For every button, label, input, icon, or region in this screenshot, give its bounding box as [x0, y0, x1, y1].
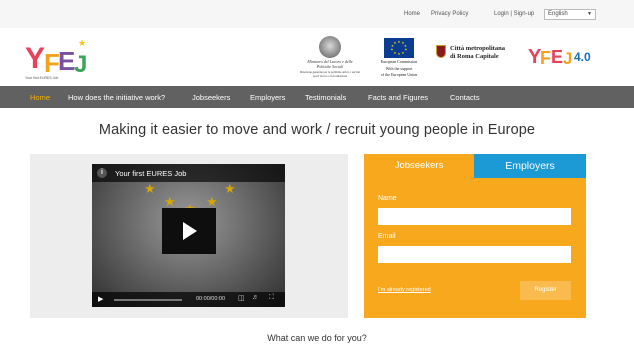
video-controls: ▶ 00:00/00:00 ◫ ♬ ⛶: [92, 292, 285, 307]
svg-text:J: J: [74, 51, 87, 78]
svg-text:F: F: [540, 48, 551, 68]
top-utility-bar: Home Privacy Policy Login | Sign-up Engl…: [0, 0, 634, 28]
captions-icon[interactable]: ◫: [238, 294, 245, 302]
roma-shield-icon: [436, 45, 446, 58]
eu-text-3: of the European Union: [380, 72, 418, 77]
nav-item-home[interactable]: Home: [30, 93, 50, 102]
european-commission-logo: ★ ★ ★ ★ ★ ★ ★ ★ ★ ★ European Commission With t…: [368, 38, 430, 84]
already-registered-link[interactable]: I'm already registered: [378, 287, 431, 293]
header: Y F E J ★ Your first EURES Job Ministero…: [0, 28, 634, 86]
yfej-logo[interactable]: Y F E J ★: [24, 34, 90, 80]
name-label: Name: [378, 195, 397, 202]
tab-employers[interactable]: Employers: [474, 154, 586, 178]
volume-icon[interactable]: ♬: [252, 294, 259, 301]
video-title[interactable]: Your first EURES Job: [115, 169, 186, 178]
video-time: 00:00/00:00: [196, 296, 226, 302]
top-link-privacy[interactable]: Privacy Policy: [431, 11, 468, 17]
video-player[interactable]: i Your first EURES Job ★ ★ ★ ★ ★ ▶ 00:00…: [92, 164, 285, 307]
play-button[interactable]: [162, 208, 216, 254]
nav-item-facts-and-figures[interactable]: Facts and Figures: [368, 93, 428, 102]
top-link-login[interactable]: Login | Sign-up: [494, 11, 534, 17]
roma-text-1: Città metropolitana: [450, 45, 505, 52]
ministero-text: Ministero del Lavoro e delle Politiche S…: [307, 59, 353, 69]
roma-text-2: di Roma Capitale: [450, 53, 499, 60]
tab-jobseekers[interactable]: Jobseekers: [364, 154, 474, 178]
email-field[interactable]: [378, 246, 571, 263]
svg-text:E: E: [551, 47, 563, 67]
nav-item-jobseekers[interactable]: Jobseekers: [192, 93, 230, 102]
yfej-40-logo: Y F E J 4.0: [528, 46, 591, 68]
nav-item-how-it-works[interactable]: How does the initiative work?: [68, 93, 165, 102]
svg-text:★: ★: [404, 48, 408, 52]
eu-text-2: With the support: [385, 65, 413, 71]
svg-text:★: ★: [78, 38, 86, 48]
nav-item-employers[interactable]: Employers: [250, 93, 285, 102]
eu-text-1: European Commission: [380, 59, 418, 64]
yfej-version: 4.0: [574, 50, 591, 64]
nav-item-testimonials[interactable]: Testimonials: [305, 93, 346, 102]
info-icon[interactable]: i: [97, 168, 107, 178]
italian-emblem-icon: [319, 36, 341, 58]
svg-text:★: ★: [401, 51, 405, 55]
svg-text:E: E: [58, 46, 75, 76]
svg-text:J: J: [563, 49, 572, 68]
email-label: Email: [378, 233, 396, 240]
logo-tagline: Your first EURES Job: [25, 76, 59, 80]
svg-text:Y: Y: [25, 42, 45, 75]
name-field[interactable]: [378, 208, 571, 225]
nav-item-contacts[interactable]: Contacts: [450, 93, 480, 102]
play-icon[interactable]: ▶: [98, 295, 103, 303]
top-link-home[interactable]: Home: [404, 11, 420, 17]
eu-flag-icon: ★ ★ ★ ★ ★ ★ ★ ★ ★ ★: [384, 38, 414, 58]
roma-capitale-logo: Città metropolitana di Roma Capitale: [436, 45, 522, 67]
video-progress-bar[interactable]: [114, 299, 182, 301]
register-button[interactable]: Register: [520, 281, 571, 300]
fullscreen-icon[interactable]: ⛶: [269, 294, 274, 302]
page-headline: Making it easier to move and work / recr…: [98, 122, 536, 138]
chevron-down-icon: ▼: [587, 11, 592, 17]
ministero-logo: Ministero del Lavoro e delle Politiche S…: [300, 36, 360, 84]
language-select-value: English: [548, 11, 568, 17]
star-icon: ★: [224, 181, 236, 196]
ministero-subtext: Direzione generale per le politiche atti…: [300, 70, 360, 78]
video-titlebar: i Your first EURES Job: [92, 164, 285, 182]
language-select[interactable]: English ▼: [544, 9, 596, 20]
main-nav: Home How does the initiative work? Jobse…: [0, 86, 634, 108]
section-heading: What can we do for you?: [267, 333, 367, 343]
star-icon: ★: [144, 181, 156, 196]
